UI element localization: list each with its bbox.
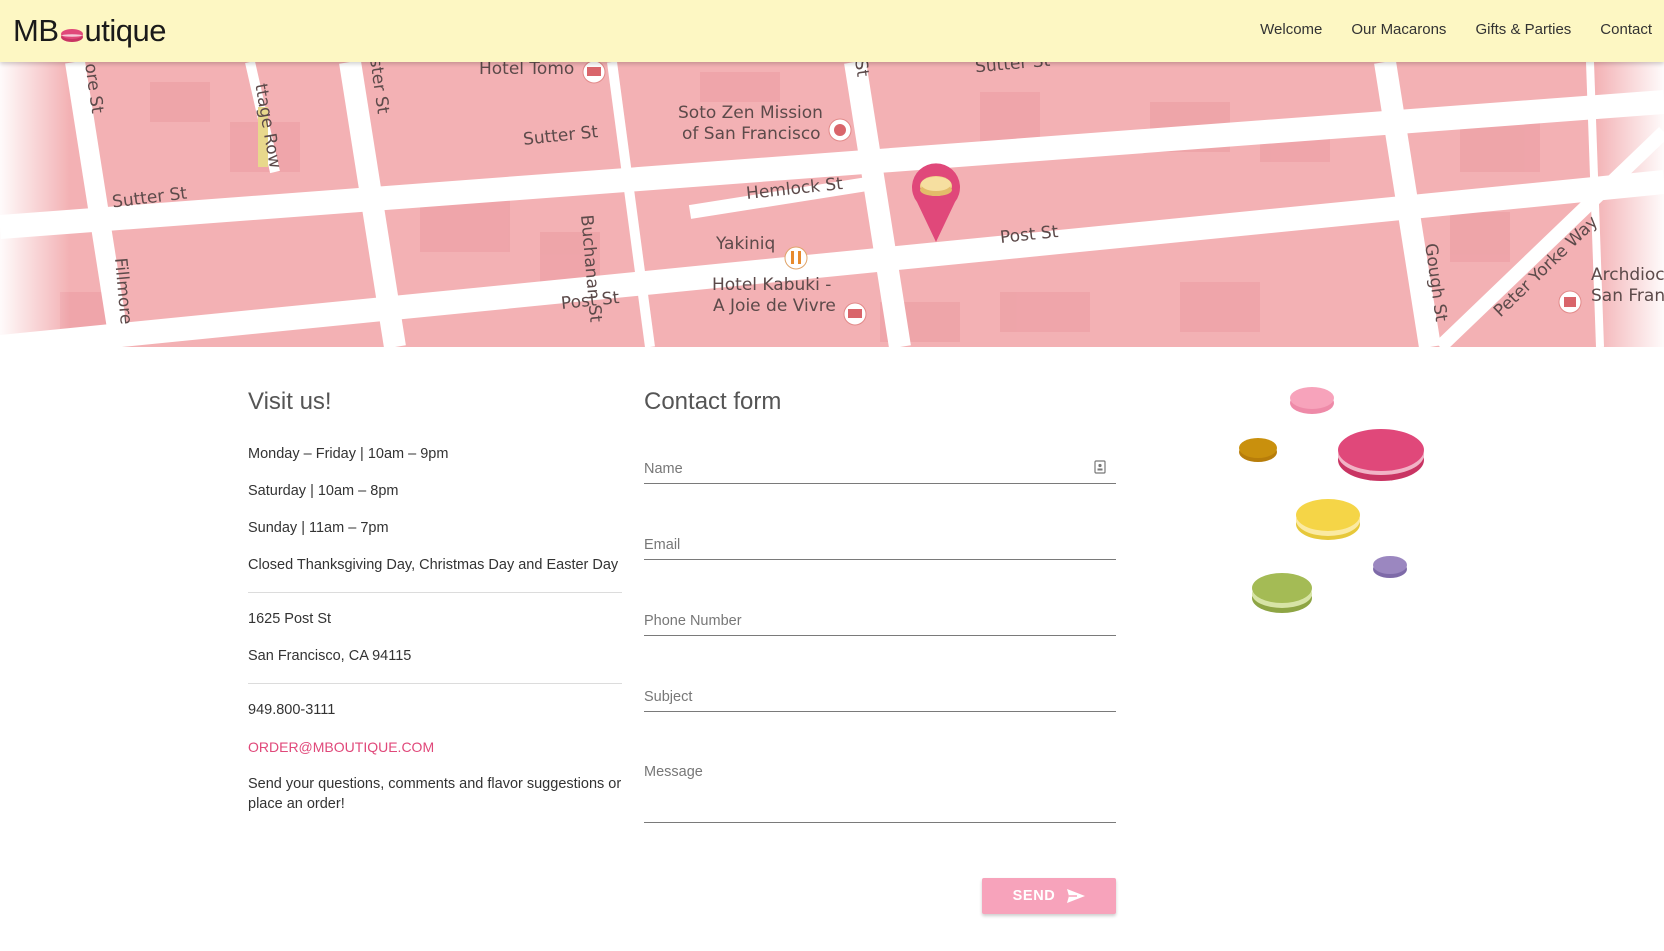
email-input[interactable]: [644, 531, 1116, 559]
hours-closed-note: Closed Thanksgiving Day, Christmas Day a…: [248, 557, 619, 573]
hours-sunday: Sunday | 11am – 7pm: [248, 520, 389, 536]
email-field: [644, 531, 1116, 560]
send-arrow-icon: [1067, 889, 1086, 903]
phone-field: [644, 607, 1116, 636]
site-header: MB utique Welcome Our Macarons Gifts & P…: [0, 0, 1664, 62]
logo-macaron-icon: [60, 27, 84, 43]
contact-note: Send your questions, comments and flavor…: [248, 776, 622, 812]
map-label-soto-zen-2: of San Francisco: [682, 124, 821, 144]
map-pin-icon[interactable]: [910, 162, 962, 244]
address-street: 1625 Post St: [248, 611, 332, 627]
nav-contact[interactable]: Contact: [1600, 18, 1652, 42]
contact-form: Contact form: [644, 387, 1116, 823]
message-field: [644, 759, 1116, 823]
contact-info: 949.800-3111 ORDER@MBOUTIQUE.COM Send yo…: [248, 684, 622, 814]
opening-hours: Monday – Friday | 10am – 9pm Saturday | …: [248, 444, 622, 575]
map-label-hotel-kabuki-1: Hotel Kabuki -: [712, 275, 832, 295]
hours-saturday: Saturday | 10am – 8pm: [248, 483, 399, 499]
nav-welcome[interactable]: Welcome: [1260, 18, 1322, 42]
email-link[interactable]: ORDER@MBOUTIQUE.COM: [248, 737, 622, 757]
address: 1625 Post St San Francisco, CA 94115: [248, 593, 622, 666]
send-button[interactable]: SEND: [982, 878, 1116, 914]
contact-form-title: Contact form: [644, 388, 782, 415]
subject-input[interactable]: [644, 683, 1116, 711]
address-city: San Francisco, CA 94115: [248, 648, 412, 664]
map-label-hotel-tomo: Hotel Tomo: [479, 62, 575, 79]
contact-card-icon: [1094, 460, 1106, 474]
hours-weekday: Monday – Friday | 10am – 9pm: [248, 446, 449, 462]
location-map[interactable]: Hotel Tomo Sutter St Sutter St Sutter St…: [0, 62, 1664, 347]
map-label-hotel-kabuki-2: A Joie de Vivre: [713, 296, 836, 316]
main-nav: Welcome Our Macarons Gifts & Parties Con…: [1260, 18, 1652, 42]
decorative-macarons-illustration: [1239, 387, 1424, 613]
map-label-soto-zen-1: Soto Zen Mission: [678, 103, 823, 123]
raspberry-macaron-icon: [1338, 429, 1424, 481]
phone-number: 949.800-3111: [248, 702, 336, 718]
map-label-st: St: [850, 62, 873, 79]
map-label-yakiniq: Yakiniq: [716, 234, 776, 254]
name-field: [644, 455, 1116, 484]
send-label: SEND: [1012, 888, 1056, 904]
name-input[interactable]: [644, 455, 1116, 483]
lavender-macaron-icon: [1373, 556, 1407, 578]
nav-our-macarons[interactable]: Our Macarons: [1351, 18, 1446, 42]
phone-input[interactable]: [644, 607, 1116, 635]
nav-gifts-parties[interactable]: Gifts & Parties: [1475, 18, 1571, 42]
brand-logo[interactable]: MB utique: [13, 10, 166, 50]
map-label-archdiocese-1: Archdioc: [1591, 265, 1664, 285]
pistachio-macaron-icon: [1252, 573, 1312, 613]
logo-prefix: MB: [13, 13, 59, 48]
pink-macaron-icon: [1290, 387, 1334, 414]
lemon-macaron-icon: [1296, 499, 1360, 540]
logo-suffix: utique: [84, 13, 167, 48]
visit-us-section: Visit us! Monday – Friday | 10am – 9pm S…: [248, 387, 622, 831]
visit-title: Visit us!: [248, 388, 332, 415]
subject-field: [644, 683, 1116, 712]
message-input[interactable]: [644, 759, 1116, 819]
map-label-archdiocese-2: San Fran: [1591, 286, 1664, 306]
caramel-macaron-icon: [1239, 438, 1277, 462]
